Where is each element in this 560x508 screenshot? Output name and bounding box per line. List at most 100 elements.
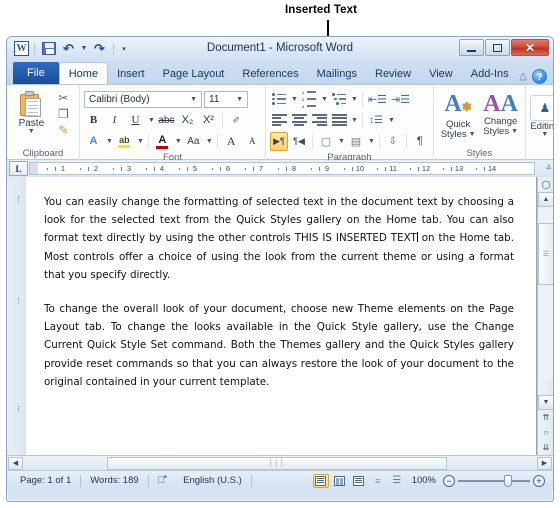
resize-grip-icon[interactable] — [541, 479, 551, 489]
justify-button[interactable] — [330, 111, 348, 130]
center-button[interactable] — [290, 111, 308, 130]
spell-check-icon[interactable]: ✓⃰ — [149, 475, 175, 486]
sort-button[interactable]: ⇩ — [384, 132, 402, 151]
quick-styles-button[interactable]: A✽ Quick Styles ▼ — [438, 91, 479, 140]
subscript-button[interactable]: X₂ — [178, 111, 197, 130]
chevron-down-icon[interactable]: ▼ — [388, 117, 395, 124]
rtl-text-direction-button[interactable]: ¶◀ — [290, 132, 308, 151]
zoom-slider-thumb[interactable] — [504, 474, 512, 487]
align-left-button[interactable] — [270, 111, 288, 130]
change-styles-button[interactable]: AA Change Styles ▼ — [480, 91, 521, 137]
full-screen-reading-view-button[interactable] — [332, 474, 348, 488]
numbering-button[interactable]: 123 — [300, 90, 318, 109]
zoom-level[interactable]: 100% — [408, 475, 440, 486]
language-indicator[interactable]: English (U.S.) — [174, 475, 251, 486]
chevron-down-icon[interactable]: ▼ — [137, 138, 144, 145]
tab-references[interactable]: References — [233, 63, 307, 84]
chevron-down-icon[interactable]: ▼ — [351, 96, 358, 103]
chevron-down-icon[interactable]: ▼ — [338, 138, 345, 145]
zoom-out-button[interactable]: − — [443, 474, 455, 487]
borders-button[interactable]: ▤ — [347, 132, 365, 151]
chevron-down-icon[interactable]: ▼ — [234, 96, 245, 103]
help-icon[interactable]: ? — [532, 69, 547, 84]
next-page-button[interactable]: ⇊ — [538, 440, 553, 455]
tab-home[interactable]: Home — [58, 62, 109, 84]
scroll-down-button[interactable]: ▼ — [538, 395, 553, 410]
chevron-down-icon[interactable]: ▼ — [28, 128, 35, 135]
chevron-down-icon[interactable]: ▼ — [206, 138, 213, 145]
chevron-down-icon[interactable]: ▼ — [148, 117, 155, 124]
document-text[interactable]: You can easily change the formatting of … — [44, 193, 514, 391]
text-effects-button[interactable]: A — [84, 132, 103, 151]
bold-button[interactable]: B — [84, 111, 103, 130]
chevron-down-icon[interactable]: ▼ — [188, 96, 199, 103]
cut-icon[interactable]: ✂ — [58, 92, 68, 104]
font-name-combo[interactable]: Calibri (Body) ▼ — [84, 90, 202, 108]
zoom-slider[interactable] — [458, 474, 530, 487]
copy-icon[interactable]: ❐ — [58, 108, 69, 120]
show-formatting-marks-button[interactable]: ¶ — [411, 132, 429, 151]
font-color-button[interactable]: A — [153, 132, 172, 151]
align-right-button[interactable] — [310, 111, 328, 130]
chevron-down-icon[interactable]: ▼ — [291, 96, 298, 103]
previous-page-button[interactable]: ⇈ — [538, 410, 553, 425]
chevron-down-icon[interactable]: ▼ — [321, 96, 328, 103]
chevron-down-icon[interactable]: ▼ — [351, 117, 358, 124]
tab-mailings[interactable]: Mailings — [308, 63, 366, 84]
restore-button[interactable] — [485, 39, 510, 56]
outline-view-button[interactable]: ≡ — [370, 474, 386, 488]
chevron-down-icon[interactable]: ▼ — [541, 131, 548, 138]
scroll-right-button[interactable]: ▶ — [537, 456, 552, 470]
shading-button[interactable]: ▢ — [317, 132, 335, 151]
tab-view[interactable]: View — [420, 63, 462, 84]
horizontal-scrollbar[interactable]: ◀ │││ ▶ — [7, 455, 553, 470]
tab-file[interactable]: File — [13, 62, 59, 84]
tab-add-ins[interactable]: Add-Ins — [462, 63, 518, 84]
chevron-down-icon[interactable]: ▼ — [368, 138, 375, 145]
minimize-button[interactable] — [459, 39, 484, 56]
italic-button[interactable]: I — [105, 111, 124, 130]
format-painter-icon[interactable]: ✎ — [58, 124, 68, 136]
horizontal-scroll-thumb[interactable]: │││ — [107, 456, 447, 470]
horizontal-ruler[interactable]: 1 2 3 4 5 6 7 8 9 10 11 12 13 14 — [29, 162, 535, 175]
shrink-font-button[interactable]: A — [243, 132, 262, 151]
select-browse-object-button[interactable]: ○ — [538, 425, 553, 440]
paste-button[interactable]: Paste ▼ — [11, 89, 52, 135]
strikethrough-button[interactable]: abc — [157, 111, 176, 130]
change-case-button[interactable]: Aa — [184, 132, 203, 151]
increase-indent-button[interactable]: ⇥☰ — [390, 90, 411, 109]
vertical-scrollbar[interactable]: ◯ ▲ ☰ ▼ ⇈ ○ ⇊ — [537, 177, 553, 455]
web-layout-view-button[interactable] — [351, 474, 367, 488]
multilevel-list-button[interactable] — [330, 90, 348, 109]
draft-view-button[interactable]: ☰ — [389, 474, 405, 488]
editing-button[interactable]: ♟ — [529, 95, 553, 121]
superscript-button[interactable]: X² — [199, 111, 218, 130]
chevron-down-icon[interactable]: ▼ — [106, 138, 113, 145]
decrease-indent-button[interactable]: ⇤☰ — [367, 90, 388, 109]
chevron-down-icon[interactable]: ▼ — [511, 128, 518, 135]
word-count[interactable]: Words: 189 — [81, 475, 147, 486]
document-page[interactable]: You can easily change the formatting of … — [26, 177, 537, 455]
vertical-scroll-thumb[interactable]: ☰ — [538, 223, 553, 285]
indent-marker-icon[interactable] — [30, 163, 38, 174]
scroll-left-button[interactable]: ◀ — [8, 456, 23, 470]
bullets-button[interactable] — [270, 90, 288, 109]
close-button[interactable]: ✕ — [511, 39, 549, 56]
select-browse-object-top-icon[interactable]: ◯ — [538, 177, 553, 192]
chevron-down-icon[interactable]: ▼ — [175, 138, 182, 145]
ltr-text-direction-button[interactable]: ▶¶ — [270, 131, 288, 151]
scroll-up-button[interactable]: ▲ — [538, 192, 553, 207]
text-highlight-color-button[interactable]: ab — [115, 132, 134, 151]
clear-formatting-button[interactable]: ✐ — [227, 111, 246, 130]
tab-page-layout[interactable]: Page Layout — [154, 63, 234, 84]
underline-button[interactable]: U — [126, 111, 145, 130]
line-spacing-button[interactable]: ↕☰ — [367, 111, 385, 130]
tab-stop-selector-button[interactable]: L — [9, 161, 28, 176]
minimize-ribbon-icon[interactable]: △ — [519, 71, 527, 82]
tab-review[interactable]: Review — [366, 63, 420, 84]
page-indicator[interactable]: Page: 1 of 1 — [11, 475, 80, 486]
print-layout-view-button[interactable] — [312, 473, 329, 488]
grow-font-button[interactable]: A — [222, 132, 241, 151]
chevron-down-icon[interactable]: ▼ — [469, 131, 476, 138]
font-size-combo[interactable]: 11 ▼ — [204, 90, 248, 108]
